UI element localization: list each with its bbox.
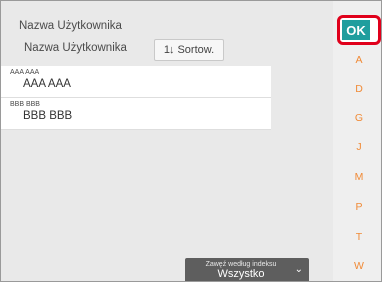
filter-value: Wszystko: [217, 268, 265, 280]
index-letter-w[interactable]: W: [339, 260, 379, 272]
ok-button[interactable]: OK: [337, 15, 381, 45]
column-header-name[interactable]: Nazwa Użytkownika: [24, 42, 127, 54]
index-letter-j[interactable]: J: [339, 141, 379, 153]
index-letter-d[interactable]: D: [339, 83, 379, 95]
index-letter-m[interactable]: M: [339, 171, 379, 183]
filter-label: Zawęź według indeksu: [205, 261, 277, 268]
panel-title: Nazwa Użytkownika: [19, 20, 122, 32]
list-item-subtitle: BBB BBB: [10, 101, 40, 108]
address-book-screen: Nazwa Użytkownika Nazwa Użytkownika 1↓ S…: [0, 0, 382, 282]
sort-button-label: Sortow.: [177, 44, 215, 56]
index-letter-a[interactable]: A: [339, 54, 379, 66]
sort-icon: 1↓: [163, 44, 175, 56]
list-item-name: BBB BBB: [23, 110, 73, 122]
list-item[interactable]: BBB BBB BBB BBB: [1, 98, 271, 130]
main-panel: Nazwa Użytkownika Nazwa Użytkownika 1↓ S…: [1, 1, 333, 281]
index-letter-t[interactable]: T: [339, 231, 379, 243]
index-letter-p[interactable]: P: [339, 201, 379, 213]
list-item-subtitle: AAA AAA: [10, 69, 40, 76]
chevron-down-icon: ⌄: [294, 264, 303, 275]
user-list: AAA AAA AAA AAA BBB BBB BBB BBB: [1, 66, 271, 130]
list-item-name: AAA AAA: [23, 78, 71, 90]
sort-button[interactable]: 1↓ Sortow.: [154, 39, 224, 61]
index-filter-dropdown[interactable]: Zawęź według indeksu Wszystko ⌄: [185, 258, 309, 281]
ok-button-label: OK: [342, 20, 370, 40]
list-item[interactable]: AAA AAA AAA AAA: [1, 66, 271, 98]
index-letter-g[interactable]: G: [339, 112, 379, 124]
